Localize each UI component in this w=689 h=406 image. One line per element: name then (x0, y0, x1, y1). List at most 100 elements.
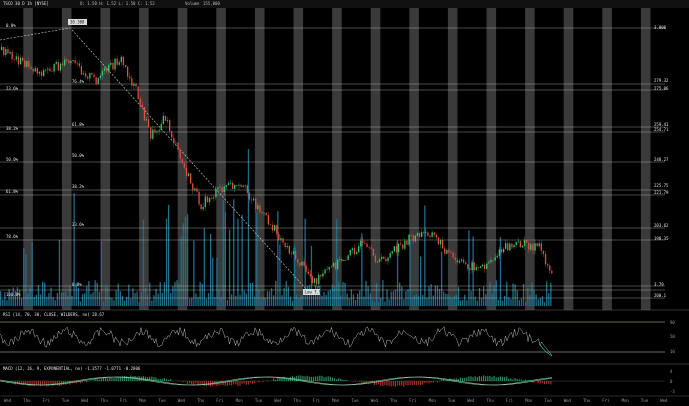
volume-bar (462, 299, 464, 306)
volume-bar (384, 301, 386, 306)
macd-histogram-bar (287, 378, 289, 381)
fib-left-label: 38.2% (6, 126, 19, 131)
candle-body (1, 47, 3, 50)
candle-body (93, 74, 95, 78)
candle-body (309, 273, 311, 277)
macd-scale-label: 0 (670, 379, 673, 384)
macd-histogram-bar (361, 381, 363, 383)
candle-body (513, 245, 515, 248)
macd-histogram-bar (249, 381, 252, 383)
macd-histogram-bar (224, 381, 226, 386)
candle-body (286, 246, 288, 248)
fib-mid-label: 38.2% (72, 184, 85, 189)
price-label: 200.1 (654, 293, 667, 298)
candle-body (208, 198, 211, 203)
macd-histogram-bar (90, 380, 92, 381)
volume-bar (69, 285, 71, 306)
candle-body (526, 239, 528, 243)
candle-body (318, 274, 320, 285)
macd-histogram-bar (497, 377, 499, 381)
fib-left-label: 23.6% (6, 86, 19, 91)
volume-bar (493, 286, 495, 306)
macd-histogram-bar (422, 381, 424, 385)
volume-bar (264, 297, 266, 306)
macd-histogram-bar (237, 381, 239, 386)
candle-body (259, 205, 261, 213)
volume-bar (546, 281, 548, 306)
macd-histogram-bar (480, 376, 483, 381)
candle-body (484, 264, 486, 270)
macd-histogram-bar (315, 376, 317, 381)
volume-bar (522, 284, 525, 306)
volume-bar (98, 291, 100, 306)
candle-body (498, 249, 500, 256)
candle-body (469, 268, 471, 271)
macd-histogram-bar (390, 381, 392, 387)
volume-bar (514, 284, 516, 306)
candle-body (355, 252, 358, 255)
macd-histogram-bar (489, 375, 491, 381)
macd-histogram-bar (207, 381, 210, 386)
candle-body (395, 246, 398, 253)
candle-body (341, 258, 343, 262)
chart-canvas[interactable]: 30.308 Low 7.98 0.0% 23.6% 38.2% 50.0% 6… (0, 0, 689, 406)
macd-histogram-bar (180, 381, 182, 382)
volume-bar (401, 286, 403, 306)
macd-histogram-bar (506, 376, 508, 381)
macd-histogram-bar (233, 381, 235, 385)
macd-histogram-bar (275, 379, 277, 381)
macd-histogram-bar (37, 381, 39, 386)
volume-bar (390, 291, 392, 306)
macd-histogram-bar (81, 381, 84, 383)
trendline-upper[interactable] (0, 27, 71, 41)
candle-body (171, 131, 173, 138)
macd-histogram-bar (317, 376, 319, 381)
volume-bar (348, 298, 350, 306)
volume-bar (231, 294, 233, 306)
volume-bar (533, 290, 535, 306)
macd-histogram-bar (109, 377, 111, 381)
volume-bar (77, 287, 79, 306)
macd-histogram-bar (98, 379, 100, 381)
candle-body (215, 188, 217, 198)
candle-body (467, 264, 469, 269)
candle-body (349, 249, 351, 256)
candle-body (244, 185, 246, 187)
macd-histogram-bar (29, 381, 31, 387)
x-axis-label: Wed (4, 398, 12, 403)
volume-bar (375, 282, 378, 306)
candle-body (481, 264, 484, 267)
volume-bar (65, 292, 67, 306)
volume-bar (371, 299, 373, 306)
volume-bar (315, 284, 317, 306)
macd-histogram-bar (466, 377, 468, 381)
macd-histogram-bar (115, 377, 117, 381)
volume-bar (105, 286, 107, 306)
rsi-oversold-segment (539, 344, 553, 357)
volume-bar (275, 280, 277, 306)
volume-bar (445, 293, 447, 306)
macd-histogram-bar (279, 378, 281, 381)
fib-left-label: 0.0% (6, 23, 16, 28)
volume-bar (548, 293, 550, 306)
candle-body (418, 232, 421, 237)
candle-body (393, 246, 395, 252)
volume-bar (210, 234, 212, 306)
candle-body (13, 59, 15, 60)
candle-body (24, 60, 26, 67)
x-axis-label: Thu (390, 398, 398, 403)
macd-histogram-bar (182, 381, 184, 382)
fib-mid-label: 0.0% (72, 282, 82, 287)
candle-body (261, 212, 263, 214)
price-label: 254.71 (654, 127, 669, 132)
candle-body (143, 106, 146, 121)
macd-histogram-bar (86, 381, 88, 383)
candle-body (301, 261, 303, 266)
price-label: 221.79 (654, 190, 669, 195)
session-band (525, 8, 535, 310)
volume-bar (235, 295, 237, 306)
volume-bar (321, 295, 323, 306)
candle-body (431, 232, 433, 238)
candle-body (7, 49, 9, 54)
macd-histogram-bar (472, 377, 474, 381)
